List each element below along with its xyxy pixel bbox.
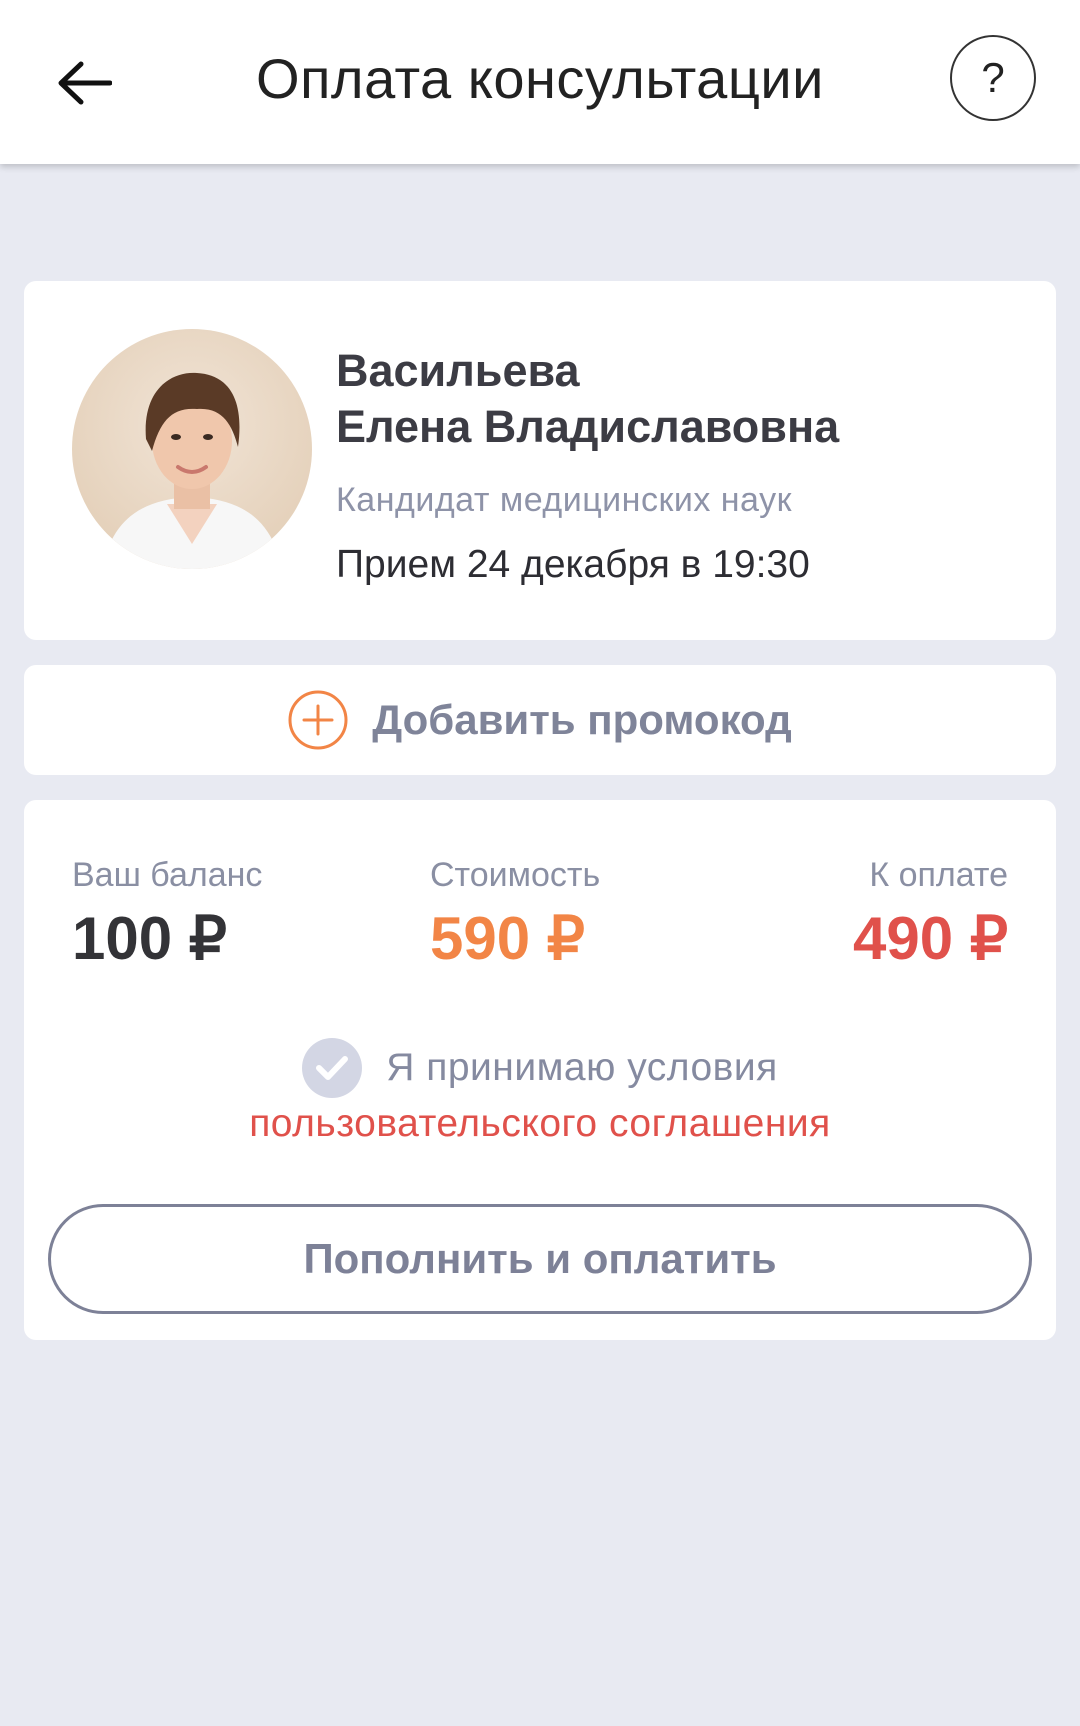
cost-label: Стоимость xyxy=(430,856,601,894)
user-agreement-link[interactable]: пользовательского соглашения xyxy=(24,1102,1056,1146)
terms-text: Я принимаю условия xyxy=(386,1046,778,1089)
doctor-name: Васильева Елена Владиславовна xyxy=(336,343,839,455)
payment-card: Ваш баланс 100 ₽ Стоимость 590 ₽ К оплат… xyxy=(24,800,1056,1340)
help-button[interactable]: ? xyxy=(950,35,1036,121)
add-promo-button[interactable]: Добавить промокод xyxy=(24,665,1056,775)
terms-row: Я принимаю условия xyxy=(24,1038,1056,1098)
doctor-card: Васильева Елена Владиславовна Кандидат м… xyxy=(24,281,1056,640)
doctor-photo xyxy=(72,329,312,569)
doctor-degree: Кандидат медицинских наук xyxy=(336,481,792,519)
balance-label: Ваш баланс xyxy=(72,856,263,894)
plus-circle-icon xyxy=(288,690,348,750)
cost-value: 590 ₽ xyxy=(430,905,585,972)
doctor-last-name: Васильева xyxy=(336,345,580,396)
checkmark-circle-icon[interactable] xyxy=(302,1038,363,1098)
add-promo-label: Добавить промокод xyxy=(372,696,792,743)
doctor-avatar xyxy=(72,329,312,569)
balance-value: 100 ₽ xyxy=(72,905,227,972)
top-up-and-pay-button[interactable]: Пополнить и оплатить xyxy=(48,1204,1032,1314)
doctor-first-names: Елена Владиславовна xyxy=(336,401,840,452)
to-pay-value: 490 ₽ xyxy=(853,905,1008,972)
appointment-time: Прием 24 декабря в 19:30 xyxy=(336,543,810,586)
page-title: Оплата консультации xyxy=(256,47,824,110)
app-bar: Оплата консультации ? xyxy=(0,0,1080,164)
to-pay-label: К оплате xyxy=(869,856,1008,894)
